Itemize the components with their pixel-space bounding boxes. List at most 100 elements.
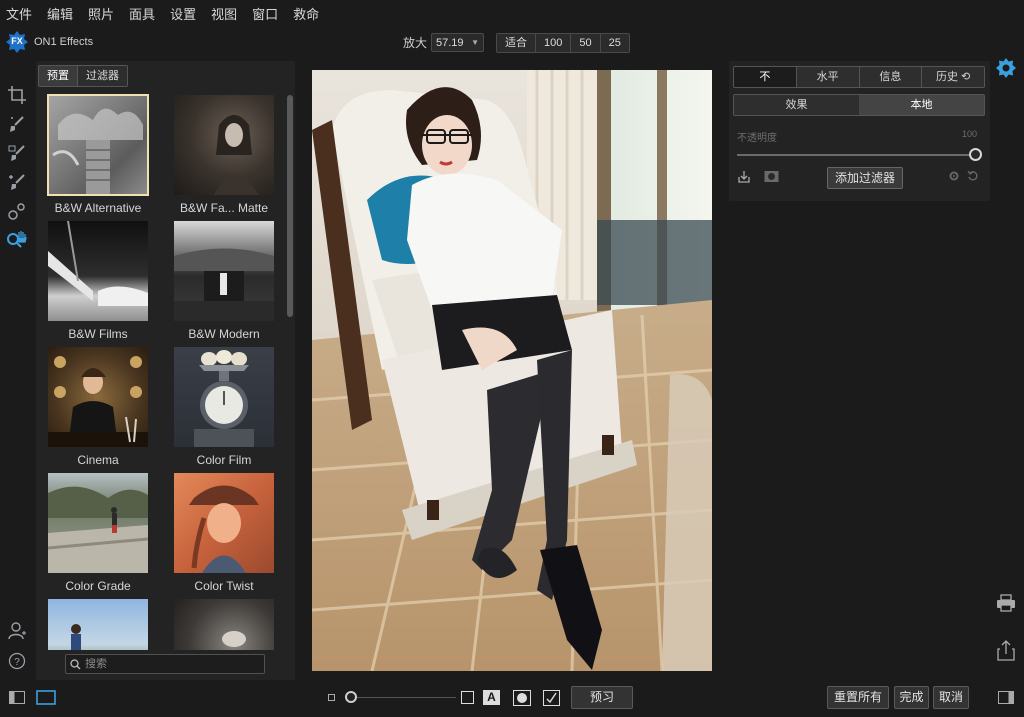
large-size-icon[interactable]: [461, 691, 474, 704]
add-filter-button[interactable]: 添加过滤器: [827, 167, 903, 189]
refine-brush-tool[interactable]: [0, 167, 34, 196]
preset-thumbnail: [174, 347, 274, 447]
toggle-right-panel-icon[interactable]: [998, 691, 1014, 704]
tab-info[interactable]: 信息: [859, 67, 923, 87]
single-view-icon[interactable]: [36, 690, 56, 705]
menu-view[interactable]: 视图: [211, 4, 237, 23]
zoom-50-button[interactable]: 50: [571, 34, 601, 52]
share-button[interactable]: [996, 640, 1016, 665]
image-canvas[interactable]: [312, 70, 712, 671]
preset-item[interactable]: B&W Films: [48, 221, 148, 345]
photo-preview: [312, 70, 712, 671]
menu-photo[interactable]: 照片: [88, 4, 114, 23]
zoom-presets: 适合 100 50 25: [496, 33, 630, 53]
preset-name: Color Grade: [65, 579, 131, 593]
preset-item[interactable]: B&W Modern: [174, 221, 274, 345]
mask-view-icon[interactable]: [513, 690, 531, 706]
zoom-value: 57.19: [436, 36, 464, 49]
browser-scrollbar[interactable]: [287, 95, 293, 317]
preset-thumbnail: [47, 94, 149, 196]
masking-brush-icon: [8, 144, 25, 161]
tab-local[interactable]: 本地: [859, 95, 984, 115]
preset-name: B&W Modern: [188, 327, 260, 341]
reset-icon[interactable]: [967, 170, 979, 182]
preset-item[interactable]: B&W Alternative: [47, 94, 149, 219]
mode-tabs: 效果 本地: [733, 94, 985, 116]
compare-icon[interactable]: [543, 690, 560, 706]
chevron-down-icon: ▼: [471, 38, 480, 47]
help-icon: ?: [8, 652, 26, 670]
zoom-label: 放大: [403, 36, 428, 50]
menu-edit[interactable]: 编辑: [47, 4, 73, 23]
view-tabs: 不 水平 信息 历史 ⟲: [733, 66, 985, 88]
retouch-tool[interactable]: [0, 196, 34, 225]
print-icon: [997, 594, 1015, 612]
zoom-hand-icon: [7, 230, 27, 248]
gear-icon[interactable]: [948, 170, 960, 182]
import-icon[interactable]: [737, 170, 751, 184]
tab-presets[interactable]: 预置: [39, 66, 78, 86]
bottom-toolbar: A 预习 重置所有 完成 取消: [0, 680, 1024, 717]
tool-strip: [0, 80, 34, 254]
zoom-control: 放大 57.19 ▼: [403, 33, 485, 52]
preset-item[interactable]: Color Grade: [48, 473, 148, 597]
preset-item[interactable]: Cinema: [48, 347, 148, 471]
zoom-25-button[interactable]: 25: [600, 34, 629, 52]
browser-tabs: 预置 过滤器: [38, 65, 128, 87]
done-button[interactable]: 完成: [894, 686, 929, 709]
tab-none[interactable]: 不: [734, 67, 797, 87]
print-button[interactable]: [996, 593, 1016, 616]
preset-name: B&W Films: [68, 327, 128, 341]
menu-bar: 文件 编辑 照片 面具 设置 视图 窗口 救命: [0, 0, 1024, 26]
toggle-left-panel-icon[interactable]: [9, 691, 25, 704]
zoom-fit-button[interactable]: 适合: [497, 34, 536, 52]
tab-effects[interactable]: 效果: [734, 95, 859, 115]
zoom-100-button[interactable]: 100: [536, 34, 572, 52]
help-button[interactable]: ?: [8, 652, 26, 673]
fx-badge-icon: FX: [6, 31, 28, 53]
preset-name: B&W Alternative: [54, 201, 142, 215]
preview-size-slider-handle[interactable]: [345, 691, 357, 703]
preset-thumbnail: [48, 347, 148, 447]
undo-icon: ⟲: [961, 71, 971, 83]
brush-tool[interactable]: [0, 109, 34, 138]
reset-all-button[interactable]: 重置所有: [827, 686, 889, 709]
opacity-slider-handle[interactable]: [969, 148, 982, 161]
menu-window[interactable]: 窗口: [252, 4, 278, 23]
preset-grid: B&W Alternative B&W Fa... Matte B&W Film…: [36, 93, 286, 650]
zoom-select[interactable]: 57.19 ▼: [431, 33, 485, 52]
preset-search: [65, 654, 265, 674]
mask-icon[interactable]: [764, 170, 779, 183]
opacity-value: 100: [962, 129, 978, 139]
masking-brush-tool[interactable]: [0, 138, 34, 167]
svg-text:?: ?: [14, 657, 20, 668]
preset-item[interactable]: [48, 599, 148, 650]
crop-tool[interactable]: [0, 80, 34, 109]
menu-mask[interactable]: 面具: [129, 4, 155, 23]
tab-history[interactable]: 历史 ⟲: [922, 67, 984, 87]
small-size-icon[interactable]: [328, 694, 335, 701]
text-overlay-icon[interactable]: A: [483, 690, 500, 705]
menu-settings[interactable]: 设置: [170, 4, 196, 23]
preview-size-slider[interactable]: [352, 697, 456, 698]
preset-item[interactable]: Color Film: [174, 347, 274, 471]
preset-item[interactable]: [174, 599, 274, 650]
opacity-slider[interactable]: [737, 154, 973, 156]
preset-name: Color Film: [196, 453, 252, 467]
search-input[interactable]: [85, 658, 255, 670]
preview-button[interactable]: 预习: [571, 686, 633, 709]
tab-levels[interactable]: 水平: [796, 67, 860, 87]
effects-badge-button[interactable]: [996, 58, 1016, 81]
preset-item[interactable]: Color Twist: [174, 473, 274, 597]
zoom-hand-tool[interactable]: [0, 225, 34, 254]
preset-thumbnail: [48, 221, 148, 321]
preset-thumbnail: [174, 599, 274, 650]
retouch-icon: [8, 202, 25, 220]
user-icon: [8, 622, 26, 640]
menu-help[interactable]: 救命: [293, 4, 319, 23]
user-button[interactable]: [7, 621, 27, 644]
cancel-button[interactable]: 取消: [933, 686, 969, 709]
menu-file[interactable]: 文件: [6, 4, 32, 23]
tab-filters[interactable]: 过滤器: [78, 66, 127, 86]
preset-item[interactable]: B&W Fa... Matte: [174, 95, 274, 219]
